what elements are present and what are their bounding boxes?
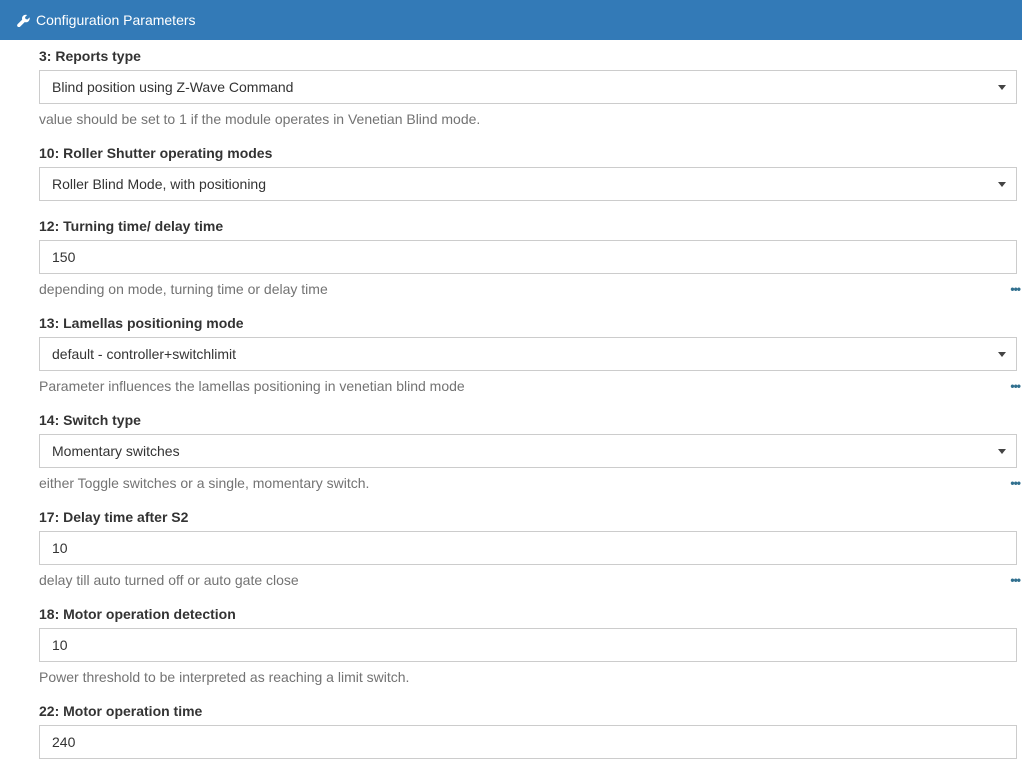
parameter-item: 14: Switch type Momentary switches eithe…: [39, 410, 1021, 493]
help-text: value should be set to 1 if the module o…: [39, 111, 481, 127]
panel-header: Configuration Parameters: [0, 0, 1022, 40]
chevron-down-icon: [998, 351, 1006, 357]
field-value: 240: [52, 734, 76, 750]
parameter-item: 18: Motor operation detection 10 Power t…: [39, 604, 1017, 687]
field-value: Roller Blind Mode, with positioning: [52, 176, 266, 192]
more-options-icon[interactable]: •••: [1010, 376, 1021, 396]
parameter-item: 22: Motor operation time 240: [39, 701, 1017, 759]
help-text: Parameter influences the lamellas positi…: [39, 378, 465, 394]
parameter-item: 13: Lamellas positioning mode default - …: [39, 313, 1021, 396]
help-text: depending on mode, turning time or delay…: [39, 281, 328, 297]
chevron-down-icon: [998, 181, 1006, 187]
more-options-icon[interactable]: •••: [1010, 570, 1021, 590]
parameter-input[interactable]: 150: [39, 240, 1017, 274]
parameter-input[interactable]: 240: [39, 725, 1017, 759]
parameter-item: 10: Roller Shutter operating modes Rolle…: [39, 143, 1017, 201]
parameters-list: 3: Reports type Blind position using Z-W…: [0, 40, 1022, 759]
parameter-label: 12: Turning time/ delay time: [39, 218, 224, 234]
field-value: Blind position using Z-Wave Command: [52, 79, 294, 95]
parameter-label: 10: Roller Shutter operating modes: [39, 145, 273, 161]
parameter-input[interactable]: 10: [39, 628, 1017, 662]
parameter-label: 18: Motor operation detection: [39, 606, 236, 622]
parameter-label: 17: Delay time after S2: [39, 509, 189, 525]
parameter-item: 12: Turning time/ delay time 150 dependi…: [39, 216, 1021, 299]
field-value: default - controller+switchlimit: [52, 346, 237, 362]
parameter-select[interactable]: default - controller+switchlimit: [39, 337, 1017, 371]
parameter-input[interactable]: 10: [39, 531, 1017, 565]
chevron-down-icon: [998, 84, 1006, 90]
parameter-label: 22: Motor operation time: [39, 703, 203, 719]
parameter-label: 14: Switch type: [39, 412, 141, 428]
parameter-select[interactable]: Roller Blind Mode, with positioning: [39, 167, 1017, 201]
field-value: 150: [52, 249, 76, 265]
field-value: 10: [52, 637, 68, 653]
parameter-select[interactable]: Blind position using Z-Wave Command: [39, 70, 1017, 104]
parameter-item: 3: Reports type Blind position using Z-W…: [39, 46, 1017, 129]
help-text: Power threshold to be interpreted as rea…: [39, 669, 410, 685]
chevron-down-icon: [998, 448, 1006, 454]
field-value: 10: [52, 540, 68, 556]
help-text: either Toggle switches or a single, mome…: [39, 475, 370, 491]
more-options-icon[interactable]: •••: [1010, 279, 1021, 299]
parameter-item: 17: Delay time after S2 10 delay till au…: [39, 507, 1021, 590]
field-value: Momentary switches: [52, 443, 180, 459]
parameter-label: 13: Lamellas positioning mode: [39, 315, 244, 331]
parameter-select[interactable]: Momentary switches: [39, 434, 1017, 468]
more-options-icon[interactable]: •••: [1010, 473, 1021, 493]
wrench-icon: [17, 14, 30, 27]
panel-title: Configuration Parameters: [36, 12, 196, 28]
parameter-label: 3: Reports type: [39, 48, 141, 64]
help-text: delay till auto turned off or auto gate …: [39, 572, 299, 588]
